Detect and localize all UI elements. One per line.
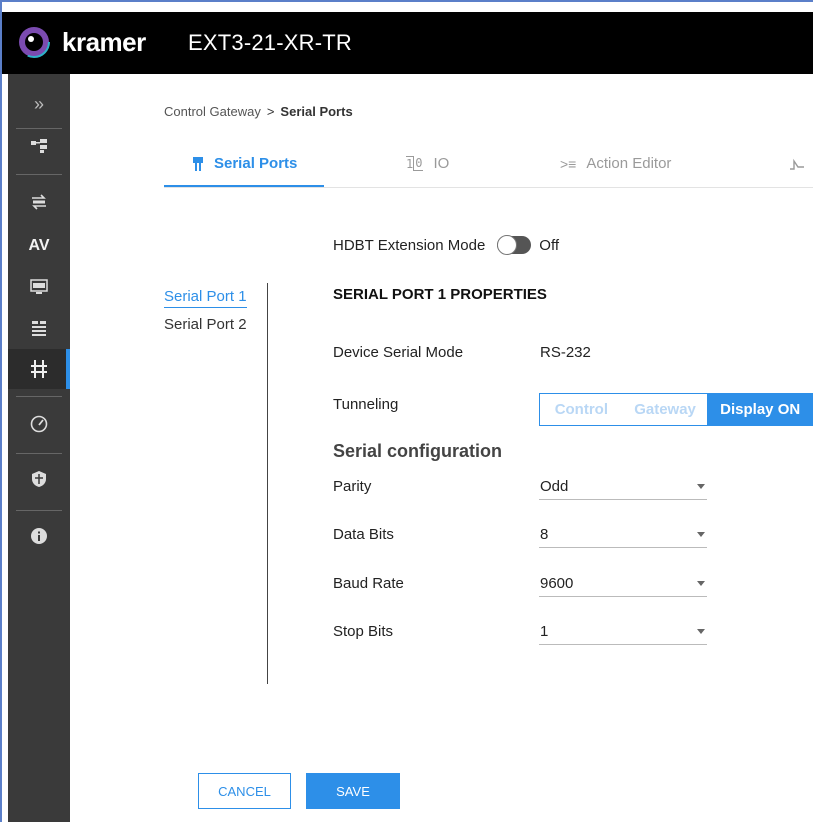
serial-configuration-title: Serial configuration [333,441,503,461]
sidebar-item-edid[interactable] [8,267,70,307]
sidebar-item-av[interactable]: AV [8,226,70,266]
sidebar-divider [16,453,62,454]
save-button[interactable]: SAVE [306,773,400,809]
top-bar: kramer EXT3-21-XR-TR [2,12,813,74]
tunneling-control-option[interactable]: Control [540,394,623,425]
edid-icon [30,279,48,294]
stop-bits-value: 1 [540,623,549,640]
serial-port-list: Serial Port 1 Serial Port 2 [164,286,247,340]
sidebar-item-routing[interactable] [8,126,70,166]
tunneling-selector: Control Gateway Display ON [539,393,813,426]
serial-port-icon [192,156,204,171]
sidebar-active-indicator [66,349,70,389]
sidebar-item-diagnostics[interactable] [8,404,70,444]
sidebar-item-control-gateway[interactable] [8,349,70,389]
parity-select[interactable]: Odd [539,474,707,500]
serial-port-properties-title: SERIAL PORT 1 PROPERTIES [333,286,547,303]
kramer-logo-icon [18,26,50,58]
sidebar-item-about[interactable] [8,516,70,556]
tab-label: Action Editor [586,155,672,172]
dropdown-caret-icon [697,532,705,537]
parity-value: Odd [540,478,569,495]
hdbt-extension-toggle[interactable] [497,235,532,255]
control-gateway-icon [31,360,47,378]
sidebar-divider [16,174,62,175]
cancel-button[interactable]: CANCEL [198,773,291,809]
port-list-divider [267,283,268,684]
dropdown-caret-icon [697,629,705,634]
dropdown-caret-icon [697,581,705,586]
av-icon: AV [28,237,50,254]
tunneling-label: Tunneling [333,396,399,413]
tunneling-display-on-option[interactable]: Display ON [707,394,813,425]
hdbt-extension-state: Off [539,236,560,254]
info-icon [31,528,47,544]
sidebar: » AV [8,74,70,822]
tab-bar: Serial Ports 10 IO >≡ Action Editor [164,140,813,188]
device-settings-icon [32,321,46,336]
tab-serial-ports[interactable]: Serial Ports [192,140,297,187]
device-serial-mode-label: Device Serial Mode [333,344,464,361]
dropdown-caret-icon [697,484,705,489]
sidebar-divider [16,396,62,397]
serial-port-2-link[interactable]: Serial Port 2 [164,314,247,340]
stop-bits-select[interactable]: 1 [539,619,707,645]
serial-port-1-link[interactable]: Serial Port 1 [164,286,247,308]
double-chevron-right-icon: » [33,93,44,114]
breadcrumb-current: Serial Ports [280,104,353,119]
sidebar-item-security[interactable] [8,459,70,499]
hdbt-extension-label: HDBT Extension Mode [333,236,486,254]
tab-label: IO [433,155,450,172]
sidebar-item-settings[interactable] [8,308,70,348]
action-editor-icon: >≡ [560,155,577,172]
brand-name: kramer [62,27,146,57]
io-icon: 10 [406,156,424,171]
baud-rate-select[interactable]: 9600 [539,571,707,597]
tab-label: Serial Ports [214,155,298,172]
gauge-icon [30,415,48,433]
data-bits-select[interactable]: 8 [539,522,707,548]
parity-label: Parity [333,478,372,495]
baud-rate-label: Baud Rate [333,575,404,592]
breadcrumb-parent[interactable]: Control Gateway [164,104,261,119]
routing-icon [31,139,47,153]
shield-icon [32,471,46,487]
toggle-knob [497,235,518,255]
stop-bits-label: Stop Bits [333,623,394,640]
device-title: EXT3-21-XR-TR [188,30,352,55]
data-bits-value: 8 [540,526,549,543]
tunneling-gateway-option[interactable]: Gateway [623,394,708,425]
auto-switch-icon [32,194,46,210]
active-tab-indicator [164,185,324,187]
data-bits-label: Data Bits [333,526,394,543]
baud-rate-value: 9600 [540,575,574,592]
sidebar-item-auto-switching[interactable] [8,182,70,222]
sidebar-divider [16,510,62,511]
tab-action-editor[interactable]: >≡ Action Editor [560,140,671,187]
breadcrumb-separator: > [266,104,275,119]
step-icon [790,157,804,171]
hdbt-extension-row: HDBT Extension Mode Off [333,232,559,258]
sidebar-expand-button[interactable]: » [8,84,70,124]
tab-steps[interactable] [790,140,813,187]
device-serial-mode-value: RS-232 [540,344,591,361]
tab-io[interactable]: 10 IO [406,140,449,187]
breadcrumb: Control Gateway > Serial Ports [164,104,353,119]
